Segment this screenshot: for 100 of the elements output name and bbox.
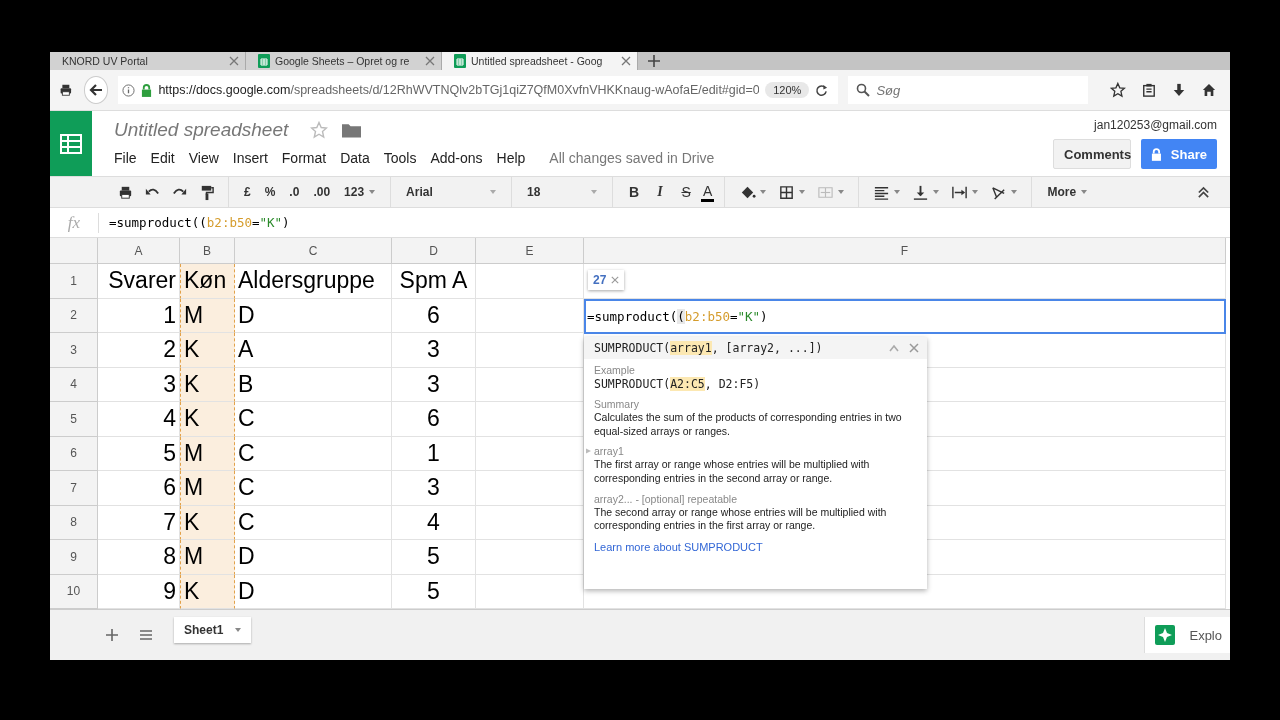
table-cell: D bbox=[235, 540, 392, 575]
close-icon[interactable] bbox=[621, 56, 631, 66]
caret-icon bbox=[591, 190, 598, 194]
function-signature: SUMPRODUCT(array1, [array2, ...]) bbox=[594, 341, 823, 355]
browser-tab[interactable]: KNORD UV Portal bbox=[50, 52, 246, 70]
close-icon[interactable] bbox=[425, 56, 435, 66]
share-button[interactable]: Share bbox=[1141, 139, 1217, 169]
close-icon[interactable] bbox=[909, 343, 919, 353]
caret-icon bbox=[235, 628, 242, 632]
menu-item[interactable]: Add-ons bbox=[430, 150, 483, 166]
url-text[interactable]: https://docs.google.com/spreadsheets/d/12RhWVTNQlv2bTGj1qiZ7QfM0XvfnVHKKnaug-wAofaE/edit#gid=0 bbox=[158, 83, 760, 97]
clipboard-icon[interactable] bbox=[1142, 82, 1157, 98]
format-button[interactable]: % bbox=[259, 185, 281, 199]
column-header[interactable]: C bbox=[235, 238, 392, 264]
tab-title: Untitled spreadsheet - Goog bbox=[471, 55, 604, 67]
new-tab-icon[interactable] bbox=[648, 55, 660, 67]
document-title[interactable]: Untitled spreadsheet bbox=[114, 119, 289, 141]
account-email[interactable]: jan120253@gmail.com bbox=[1094, 118, 1217, 132]
save-status[interactable]: All changes saved in Drive bbox=[549, 150, 715, 166]
search-field[interactable]: Søg bbox=[848, 76, 1089, 104]
menu-item[interactable]: Help bbox=[496, 150, 526, 166]
menu-icon[interactable] bbox=[140, 629, 152, 641]
menu-item[interactable]: Tools bbox=[383, 150, 417, 166]
search-icon bbox=[856, 83, 871, 97]
column-header[interactable]: F bbox=[584, 238, 1226, 264]
style-button[interactable]: A bbox=[701, 182, 715, 202]
expand-icon[interactable] bbox=[586, 448, 591, 455]
browser-tab[interactable]: Untitled spreadsheet - Goog bbox=[442, 52, 638, 70]
row-header[interactable]: 8 bbox=[50, 505, 98, 540]
star-icon[interactable] bbox=[1110, 81, 1127, 99]
column-header[interactable]: D bbox=[392, 238, 476, 264]
browser-tab[interactable]: Google Sheets – Opret og re bbox=[246, 52, 442, 70]
format-button[interactable]: £ bbox=[239, 185, 256, 199]
row-header[interactable]: 10 bbox=[50, 574, 98, 609]
argument-name: array1 bbox=[594, 445, 624, 458]
result-value: 27 bbox=[593, 273, 607, 287]
menu-item[interactable]: View bbox=[188, 150, 219, 166]
reload-icon[interactable] bbox=[815, 83, 829, 97]
table-cell: M bbox=[180, 540, 235, 575]
home-icon[interactable] bbox=[1202, 82, 1216, 98]
menu-item[interactable]: Edit bbox=[150, 150, 175, 166]
folder-icon[interactable] bbox=[342, 122, 362, 138]
row-header[interactable]: 4 bbox=[50, 367, 98, 402]
table-cell: C bbox=[235, 471, 392, 506]
format-button[interactable]: 123 bbox=[339, 185, 381, 199]
sheet-tab[interactable]: Sheet1 bbox=[174, 617, 252, 643]
argument-name: array2... - [optional] repeatable bbox=[594, 492, 737, 505]
lock-icon[interactable] bbox=[141, 83, 153, 97]
menu-item[interactable]: Data bbox=[340, 150, 370, 166]
more-button[interactable]: More bbox=[1042, 185, 1093, 199]
info-icon[interactable] bbox=[122, 83, 136, 97]
row-header[interactable]: 1 bbox=[50, 264, 98, 299]
close-icon[interactable] bbox=[611, 276, 620, 284]
learn-more-link[interactable]: Learn more about SUMPRODUCT bbox=[584, 534, 927, 559]
style-button[interactable]: I bbox=[649, 184, 672, 200]
add-sheet-icon[interactable] bbox=[106, 629, 118, 641]
style-button[interactable]: B bbox=[623, 184, 646, 200]
download-icon[interactable] bbox=[1172, 82, 1187, 98]
column-header[interactable]: E bbox=[476, 238, 584, 264]
explore-icon bbox=[1155, 625, 1176, 645]
font-select[interactable]: Arial bbox=[401, 185, 502, 199]
zoom-badge[interactable]: 120% bbox=[765, 82, 810, 98]
row-header[interactable]: 9 bbox=[50, 540, 98, 575]
lock-icon bbox=[1151, 147, 1162, 161]
font-size-select[interactable]: 18 bbox=[522, 185, 603, 199]
row-header[interactable]: 6 bbox=[50, 436, 98, 471]
back-button[interactable] bbox=[83, 76, 109, 104]
column-header[interactable]: B bbox=[180, 238, 235, 264]
style-button[interactable]: S bbox=[675, 184, 698, 200]
table-cell: K bbox=[180, 505, 235, 540]
argument-description: The first array or range whose entries will be multiplied with corresponding entries in the second array or range. bbox=[594, 458, 871, 486]
table-cell: M bbox=[180, 436, 235, 471]
menu-item[interactable]: File bbox=[114, 150, 137, 166]
table-cell: Aldersgruppe bbox=[235, 264, 392, 299]
format-button[interactable]: .0 bbox=[284, 185, 305, 199]
format-button[interactable]: .00 bbox=[308, 185, 336, 199]
row-header[interactable]: 3 bbox=[50, 333, 98, 368]
cell-editor[interactable]: =sumproduct((b2:b50="K") bbox=[584, 299, 1226, 334]
formula-text[interactable]: =sumproduct((b2:b50="K") bbox=[99, 215, 290, 230]
section-label: Example bbox=[594, 364, 636, 376]
tab-title: Google Sheets – Opret og re bbox=[275, 55, 411, 67]
star-icon[interactable] bbox=[310, 121, 329, 139]
comments-button[interactable]: Comments bbox=[1053, 139, 1131, 169]
address-field[interactable]: https://docs.google.com/spreadsheets/d/12RhWVTNQlv2bTGj1qiZ7QfM0XvfnVHKKnaug-wAofaE/edit#gid=0 120% bbox=[118, 76, 839, 104]
explore-button[interactable]: Explo bbox=[1144, 617, 1230, 653]
caret-icon bbox=[369, 190, 376, 194]
row-header[interactable]: 7 bbox=[50, 471, 98, 506]
row-header[interactable]: 5 bbox=[50, 402, 98, 437]
column-header[interactable]: A bbox=[98, 238, 180, 264]
table-cell: 3 bbox=[392, 333, 476, 368]
menu-item[interactable]: Insert bbox=[232, 150, 268, 166]
table-cell: M bbox=[180, 298, 235, 333]
collapse-icon[interactable] bbox=[1197, 185, 1210, 199]
empty-cell[interactable] bbox=[476, 264, 584, 299]
close-icon[interactable] bbox=[229, 56, 239, 66]
row-header[interactable]: 2 bbox=[50, 298, 98, 333]
table-cell: D bbox=[235, 298, 392, 333]
table-cell: 1 bbox=[392, 436, 476, 471]
sheets-logo[interactable] bbox=[50, 111, 92, 176]
menu-item[interactable]: Format bbox=[281, 150, 327, 166]
